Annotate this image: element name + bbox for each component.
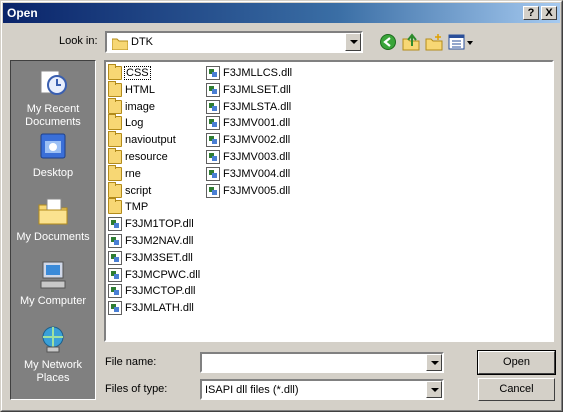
recent-documents-icon (40, 70, 67, 95)
look-in-label: Look in: (59, 35, 98, 47)
up-one-level-icon[interactable] (402, 33, 420, 51)
title-bar[interactable]: Open ? X (3, 3, 560, 23)
files-of-type-label: Files of type: (105, 383, 168, 395)
place-network-places[interactable]: My Network Places (11, 323, 95, 385)
item-name: script (125, 184, 152, 197)
item-name: F3JM3SET.dll (125, 251, 193, 264)
dll-file-icon (206, 82, 220, 97)
item-name: F3JMV001.dll (223, 117, 291, 130)
place-recent-documents[interactable]: My Recent Documents (11, 67, 95, 129)
item-name: F3JMV004.dll (223, 167, 291, 180)
file-list[interactable]: CSS HTML image Log navioutput resource rne scri… (104, 60, 554, 342)
item-name: F3JMCTOP.dll (125, 285, 196, 298)
folder-icon (108, 148, 122, 164)
dialog-title: Open (7, 6, 38, 20)
folder-icon (108, 164, 122, 181)
item-name: CSS (124, 66, 151, 80)
files-of-type-value: ISAPI dll files (*.dll) (205, 384, 299, 396)
network-places-icon (42, 326, 64, 353)
dll-file-icon (206, 166, 220, 181)
dll-file-icon (108, 284, 122, 299)
item-name: F3JMCPWC.dll (125, 268, 201, 281)
folder-icon (108, 64, 122, 80)
open-dialog: Open ? X Look in: DTK My Recent Document… (0, 0, 563, 412)
help-button[interactable]: ? (523, 6, 539, 20)
desktop-icon (40, 133, 66, 159)
files-of-type-dropdown[interactable]: ISAPI dll files (*.dll) (200, 379, 444, 400)
dll-file-icon (206, 116, 220, 131)
item-name: F3JMLATH.dll (125, 302, 194, 315)
item-name: F3JMLSET.dll (223, 83, 291, 96)
folder-icon (108, 198, 122, 215)
place-desktop[interactable]: Desktop (11, 131, 95, 180)
item-name: F3JM2NAV.dll (125, 235, 194, 247)
folder-icon (108, 80, 122, 97)
item-name: rne (125, 167, 141, 180)
chevron-down-icon[interactable] (426, 381, 442, 398)
folder-icon (108, 114, 122, 131)
item-name: F3JMV005.dll (223, 184, 291, 197)
folder-icon (112, 38, 128, 50)
folder-icon (108, 131, 122, 148)
dll-file-icon (206, 99, 220, 114)
dll-file-icon (206, 150, 220, 164)
folder-icon (108, 97, 122, 114)
dll-file-icon (108, 217, 122, 232)
dll-file-icon (108, 234, 122, 248)
item-name: F3JMLLCS.dll (223, 67, 293, 79)
dll-file-icon (108, 301, 122, 316)
item-name: F3JMV003.dll (223, 151, 291, 163)
dll-file-icon (206, 66, 220, 80)
my-computer-icon (40, 261, 66, 289)
new-folder-icon[interactable] (425, 33, 443, 51)
item-name: Log (125, 117, 144, 130)
cancel-button[interactable]: Cancel (478, 378, 555, 401)
open-button[interactable]: Open (477, 350, 556, 375)
places-bar: My Recent Documents Desktop My Documents (10, 60, 96, 400)
look-in-value: DTK (131, 36, 153, 48)
item-name: TMP (125, 201, 149, 214)
item-name: F3JMV002.dll (223, 134, 291, 147)
view-menu-icon[interactable] (448, 33, 474, 51)
file-name-input[interactable] (200, 352, 444, 373)
item-name: F3JM1TOP.dll (125, 218, 194, 231)
chevron-down-icon[interactable] (426, 354, 442, 371)
my-documents-icon (38, 198, 68, 225)
dll-file-icon (108, 267, 122, 282)
item-name: navioutput (125, 134, 176, 147)
dll-file-icon (108, 250, 122, 265)
folder-icon (108, 181, 122, 198)
item-name: F3JMLSTA.dll (223, 100, 292, 113)
place-my-computer[interactable]: My Computer (11, 259, 95, 308)
close-button[interactable]: X (541, 6, 557, 20)
item-name: resource (125, 151, 168, 163)
place-my-documents[interactable]: My Documents (11, 195, 95, 244)
look-in-dropdown[interactable]: DTK (105, 31, 363, 53)
back-icon[interactable] (379, 33, 397, 51)
item-name: image (125, 100, 155, 113)
item-name: HTML (125, 83, 155, 96)
dll-file-icon (206, 133, 220, 148)
chevron-down-icon[interactable] (345, 33, 361, 51)
dll-file-icon (206, 183, 220, 198)
file-name-label: File name: (105, 356, 157, 368)
